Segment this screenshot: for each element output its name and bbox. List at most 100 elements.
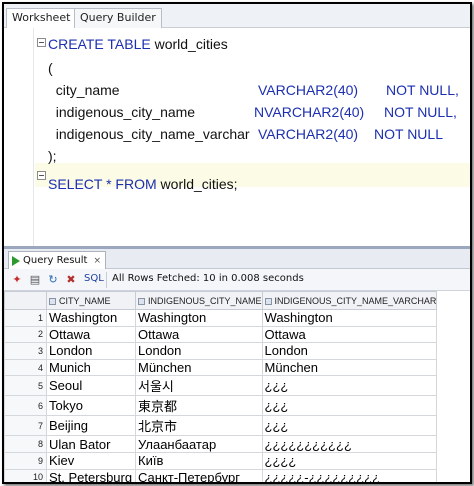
column-icon	[138, 297, 145, 305]
sql-text: world_cities	[150, 36, 228, 52]
table-cell[interactable]: Beijing	[46, 415, 136, 437]
sql-text: indigenous_city_name_varchar	[48, 126, 250, 142]
code-line: indigenous_city_name_varchar	[48, 126, 250, 142]
table-cell[interactable]: Ottawa	[135, 325, 263, 344]
sql-keyword: CREATE TABLE	[48, 36, 151, 52]
table-cell[interactable]: ¿¿¿¿¿-¿¿¿¿¿¿¿¿¿	[261, 468, 438, 482]
table-cell[interactable]: London	[46, 342, 136, 360]
code-line: );	[48, 148, 57, 164]
table-cell[interactable]: Kiev	[46, 451, 136, 470]
table-cell[interactable]: ¿¿¿¿	[261, 451, 438, 470]
sql-text: indigenous_city_name	[48, 104, 196, 120]
table-cell[interactable]: Washington	[46, 309, 136, 327]
results-toolbar: ✦ ▤ ↻ ✖ SQL All Rows Fetched: 10 in 0.00…	[4, 269, 470, 291]
table-cell[interactable]: München	[135, 358, 263, 377]
sql-button[interactable]: SQL	[84, 273, 104, 284]
refresh-icon[interactable]: ↻	[46, 273, 60, 287]
row-number: 8	[4, 435, 47, 453]
row-number: 4	[4, 358, 47, 377]
pin-icon[interactable]: ✦	[10, 273, 24, 287]
table-row[interactable]: 2 Ottawa Ottawa Ottawa	[4, 325, 438, 344]
table-cell[interactable]: London	[135, 342, 263, 360]
table-row[interactable]: 8 Ulan Bator Улаанбаатар ¿¿¿¿¿¿¿¿¿¿¿	[4, 435, 438, 453]
code-line: indigenous_city_name	[48, 104, 195, 120]
table-cell[interactable]: Київ	[135, 451, 263, 470]
column-header[interactable]: INDIGENOUS_CITY_NAME	[135, 291, 263, 310]
close-icon[interactable]: ×	[93, 253, 101, 269]
header-row: CITY_NAME INDIGENOUS_CITY_NAME INDIGENOU…	[4, 291, 438, 310]
table-row[interactable]: 3 London London London	[4, 342, 438, 360]
column-header-label: CITY_NAME	[59, 295, 111, 306]
tab-query-result[interactable]: Query Result ×	[8, 251, 107, 269]
sql-keyword: SELECT * FROM	[48, 176, 157, 192]
column-constraint: NOT NULL,	[386, 82, 459, 98]
table-cell[interactable]: Ottawa	[261, 325, 438, 344]
table-cell[interactable]: ¿¿¿	[261, 375, 438, 397]
run-icon	[12, 255, 20, 266]
column-datatype: NVARCHAR2(40)	[254, 104, 365, 120]
query-result-label: Query Result	[23, 254, 88, 266]
table-cell[interactable]: Ottawa	[46, 325, 136, 344]
table-row[interactable]: 10 St. Petersburg Санкт-Петербург ¿¿¿¿¿-¿¿¿…	[4, 468, 438, 482]
table-row[interactable]: 1 Washington Washington Washington	[4, 309, 438, 327]
sql-text: city_name	[48, 82, 120, 98]
code-line: SELECT * FROM world_cities;	[48, 176, 238, 192]
column-header[interactable]: CITY_NAME	[46, 291, 136, 310]
table-cell[interactable]: Улаанбаатар	[135, 435, 263, 453]
tab-query-builder[interactable]: Query Builder	[74, 8, 162, 28]
table-cell[interactable]: Tokyo	[46, 395, 136, 417]
table-cell[interactable]: ¿¿¿¿¿¿¿¿¿¿¿	[261, 435, 438, 453]
table-row[interactable]: 7 Beijing 北京市 ¿¿¿	[4, 415, 438, 437]
results-grid: CITY_NAME INDIGENOUS_CITY_NAME INDIGENOU…	[4, 291, 470, 482]
editor-tab-bar: Worksheet Query Builder	[4, 4, 470, 28]
table-cell[interactable]: Munich	[46, 358, 136, 377]
sql-developer-window: Worksheet Query Builder CREATE TABLE wor…	[2, 2, 472, 484]
table-cell[interactable]: 東京都	[135, 395, 263, 417]
table-cell[interactable]: Seoul	[46, 375, 136, 397]
column-datatype: VARCHAR2(40)	[258, 126, 359, 142]
table-cell[interactable]: ¿¿¿	[261, 415, 438, 437]
row-number: 7	[4, 415, 47, 437]
cancel-icon[interactable]: ✖	[64, 273, 78, 287]
print-icon[interactable]: ▤	[28, 273, 42, 287]
table-cell[interactable]: Washington	[261, 309, 438, 327]
table-cell[interactable]: St. Petersburg	[46, 468, 136, 482]
column-constraint: NOT NULL,	[384, 104, 457, 120]
row-number: 1	[4, 309, 47, 327]
tab-worksheet[interactable]: Worksheet	[6, 8, 77, 28]
code-line: city_name	[48, 82, 120, 98]
table-cell[interactable]: Washington	[135, 309, 263, 327]
results-tab-bar: Query Result ×	[4, 249, 470, 269]
results-panel: Query Result × ✦ ▤ ↻ ✖ SQL All Rows Fetc…	[4, 246, 470, 482]
sql-editor[interactable]: CREATE TABLE world_cities ( city_name VARC…	[4, 28, 470, 246]
code-line: CREATE TABLE world_cities	[48, 36, 228, 52]
table-row[interactable]: 5 Seoul 서울시 ¿¿¿	[4, 375, 438, 397]
table-cell[interactable]: Ulan Bator	[46, 435, 136, 453]
table-cell[interactable]: München	[261, 358, 438, 377]
column-icon	[264, 297, 272, 305]
row-number-header	[4, 291, 47, 310]
row-number: 9	[4, 451, 47, 470]
column-header[interactable]: INDIGENOUS_CITY_NAME_VARCHAR	[261, 291, 438, 310]
column-datatype: VARCHAR2(40)	[258, 82, 359, 98]
fetch-status: All Rows Fetched: 10 in 0.008 seconds	[112, 273, 304, 284]
sql-text: (	[48, 60, 53, 76]
row-number: 5	[4, 375, 47, 397]
editor-gutter	[4, 28, 34, 246]
table-cell[interactable]: 서울시	[135, 375, 263, 397]
fold-toggle-icon[interactable]	[37, 171, 46, 180]
row-number: 6	[4, 395, 47, 417]
row-number: 3	[4, 342, 47, 360]
table-row[interactable]: 4 Munich München München	[4, 358, 438, 377]
fold-toggle-icon[interactable]	[37, 38, 46, 47]
table-row[interactable]: 6 Tokyo 東京都 ¿¿¿	[4, 395, 438, 417]
table-cell[interactable]: 北京市	[135, 415, 263, 437]
table-row[interactable]: 9 Kiev Київ ¿¿¿¿	[4, 451, 438, 470]
table-cell[interactable]: Санкт-Петербург	[135, 468, 263, 482]
toolbar-separator	[106, 272, 107, 288]
column-header-label: INDIGENOUS_CITY_NAME	[148, 295, 262, 306]
row-number: 2	[4, 325, 47, 344]
table-cell[interactable]: ¿¿¿	[261, 395, 438, 417]
table-cell[interactable]: London	[261, 342, 438, 360]
sql-text: );	[48, 148, 57, 164]
